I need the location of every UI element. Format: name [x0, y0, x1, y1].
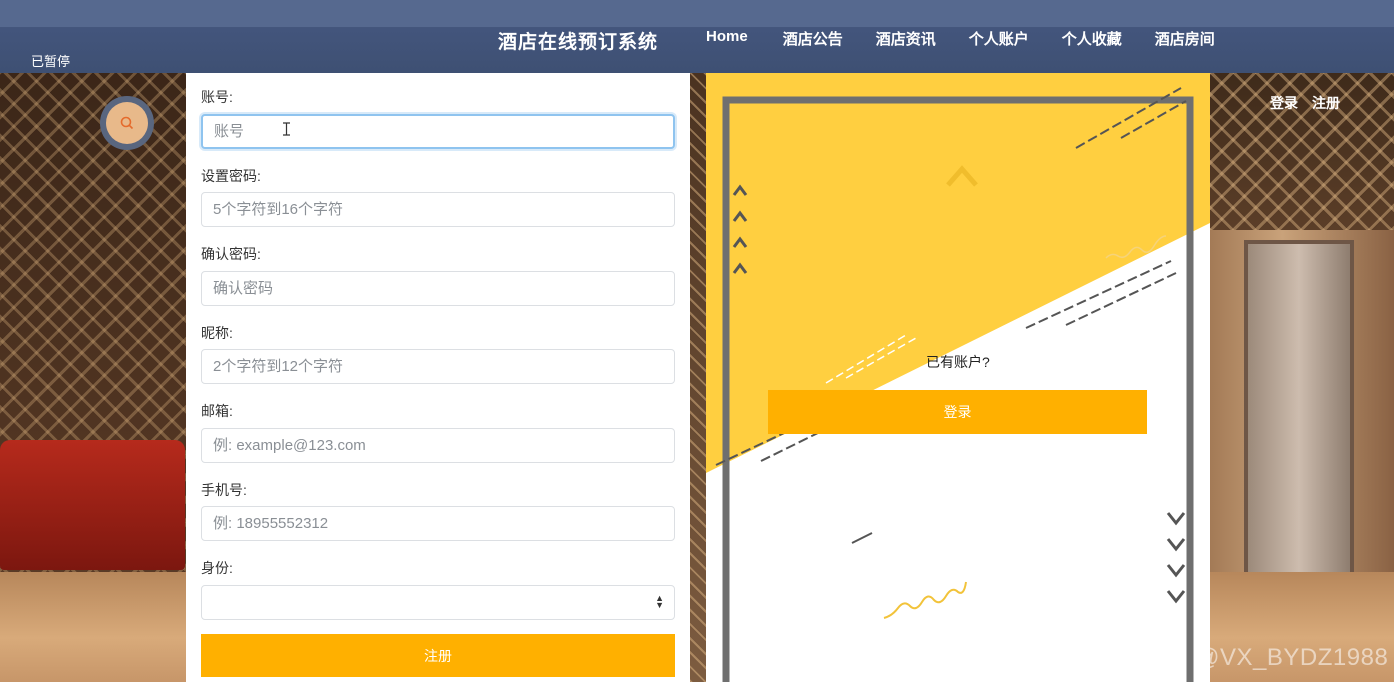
top-navbar: 酒店在线预订系统 Home 酒店公告 酒店资讯 个人账户 个人收藏 酒店房间 已…	[0, 0, 1394, 73]
login-button[interactable]: 登录	[768, 390, 1147, 434]
site-title: 酒店在线预订系统	[498, 32, 659, 53]
field-nickname: 昵称:	[201, 323, 675, 384]
field-password: 设置密码:	[201, 166, 675, 227]
confirm-password-input[interactable]	[201, 271, 675, 306]
nav-hotel-news[interactable]: 酒店资讯	[876, 28, 936, 49]
search-button-inner	[106, 102, 148, 144]
have-account-text: 已有账户?	[926, 354, 990, 370]
phone-input[interactable]	[201, 506, 675, 541]
email-input[interactable]	[201, 428, 675, 463]
header-register-link[interactable]: 注册	[1312, 93, 1340, 113]
account-input[interactable]	[201, 114, 675, 149]
identity-label: 身份:	[201, 560, 233, 576]
field-email: 邮箱:	[201, 401, 675, 463]
background-mid-strip	[690, 70, 706, 682]
identity-select[interactable]: ▲ ▼	[201, 585, 675, 620]
decorative-artwork	[706, 73, 1210, 682]
text-cursor-icon	[283, 122, 290, 136]
nickname-label: 昵称:	[201, 325, 233, 341]
nav-hotel-rooms[interactable]: 酒店房间	[1155, 28, 1215, 49]
background-sofa	[0, 440, 185, 570]
nav-links: Home 酒店公告 酒店资讯 个人账户 个人收藏 酒店房间	[706, 28, 1248, 49]
nav-home[interactable]: Home	[706, 28, 748, 49]
auth-links: 登录 注册	[1270, 93, 1354, 113]
nav-personal-account[interactable]: 个人账户	[969, 28, 1029, 49]
search-icon	[120, 116, 134, 130]
paused-label: 已暂停	[31, 54, 71, 69]
background-elevator	[1244, 240, 1354, 600]
password-label: 设置密码:	[201, 168, 261, 184]
email-label: 邮箱:	[201, 403, 233, 419]
register-button[interactable]: 注册	[201, 634, 675, 677]
field-confirm-password: 确认密码:	[201, 244, 675, 306]
login-side-panel: 已有账户? 登录	[706, 73, 1210, 682]
nav-hotel-notices[interactable]: 酒店公告	[783, 28, 843, 49]
select-arrows-icon: ▲ ▼	[655, 593, 664, 610]
watermark: CSDN @VX_BYDZ1988	[1118, 644, 1389, 671]
nickname-input[interactable]	[201, 349, 675, 384]
header-login-link[interactable]: 登录	[1270, 93, 1298, 113]
field-phone: 手机号:	[201, 480, 675, 541]
password-input[interactable]	[201, 192, 675, 227]
phone-label: 手机号:	[201, 482, 247, 498]
identity-select-box[interactable]	[201, 585, 675, 620]
register-form: 账号: 设置密码: 确认密码: 昵称: 邮箱: 手机号: 身份: ▲▼ 注册	[186, 73, 690, 682]
search-button[interactable]	[100, 96, 154, 150]
account-label: 账号:	[201, 89, 233, 105]
navbar-topline	[0, 0, 1394, 27]
confirm-password-label: 确认密码:	[201, 246, 261, 262]
field-account: 账号:	[201, 87, 675, 149]
field-identity: 身份: ▲ ▼	[201, 558, 675, 620]
nav-personal-favorites[interactable]: 个人收藏	[1062, 28, 1122, 49]
